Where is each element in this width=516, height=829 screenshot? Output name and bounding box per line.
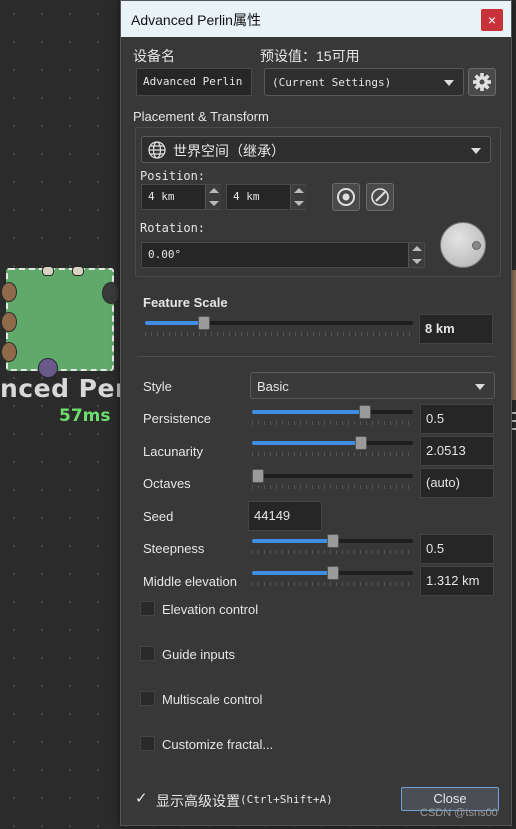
middle-elevation-label: Middle elevation xyxy=(143,574,237,589)
feature-scale-slider[interactable] xyxy=(145,316,413,336)
node-top-port[interactable] xyxy=(72,266,84,276)
preset-value: (Current Settings) xyxy=(272,76,392,89)
octaves-value[interactable]: (auto) xyxy=(420,468,494,498)
chevron-down-icon xyxy=(471,147,481,154)
feature-scale-value[interactable]: 8 km xyxy=(419,314,493,344)
seed-field[interactable]: 44149 xyxy=(248,501,322,531)
middle-elevation-value[interactable]: 1.312 km xyxy=(420,566,494,596)
perlin-node[interactable] xyxy=(1,266,120,378)
steepness-slider[interactable] xyxy=(252,534,413,554)
persistence-value[interactable]: 0.5 xyxy=(420,404,494,434)
watermark: CSDN @tsns00 xyxy=(420,807,498,819)
persistence-label: Persistence xyxy=(143,411,211,426)
guide-inputs-checkbox[interactable] xyxy=(140,646,155,661)
persistence-slider[interactable] xyxy=(252,405,413,425)
chevron-down-icon xyxy=(475,383,485,390)
node-input-port[interactable] xyxy=(1,312,17,332)
node-input-port[interactable] xyxy=(1,282,17,302)
octaves-label: Octaves xyxy=(143,476,191,491)
rotation-stepper[interactable] xyxy=(408,243,424,267)
properties-dialog: Advanced Perlin属性 × 设备名 预设值：15可用 Advance… xyxy=(120,0,512,826)
device-name-label: 设备名 xyxy=(133,48,175,64)
pick-button[interactable] xyxy=(366,183,394,211)
octaves-slider[interactable] xyxy=(252,469,413,489)
preset-settings-button[interactable] xyxy=(468,68,496,96)
close-icon[interactable]: × xyxy=(481,9,503,31)
style-select[interactable]: Basic xyxy=(250,372,495,399)
node-input-port[interactable] xyxy=(1,342,17,362)
target-icon xyxy=(337,188,355,206)
steepness-value[interactable]: 0.5 xyxy=(420,534,494,564)
position-label: Position: xyxy=(140,169,206,183)
guide-inputs-label: Guide inputs xyxy=(162,647,235,662)
gear-icon xyxy=(473,73,491,91)
dialog-title: Advanced Perlin属性 xyxy=(131,12,261,28)
divider xyxy=(137,356,495,357)
preset-select[interactable]: (Current Settings) xyxy=(264,68,464,96)
title-bar[interactable]: Advanced Perlin属性 × xyxy=(121,1,511,37)
position-x-stepper[interactable] xyxy=(205,185,221,209)
preset-label: 预设值：15可用 xyxy=(260,48,360,64)
multiscale-control-checkbox[interactable] xyxy=(140,691,155,706)
multiscale-control-label: Multiscale control xyxy=(162,692,263,707)
node-output-port[interactable] xyxy=(102,282,120,304)
customize-fractal-checkbox[interactable] xyxy=(140,736,155,751)
device-name-field[interactable]: Advanced Perlin xyxy=(136,68,252,96)
seed-label: Seed xyxy=(143,509,174,524)
chevron-down-icon xyxy=(444,80,454,86)
show-advanced-shortcut: (Ctrl+Shift+A) xyxy=(240,793,333,806)
node-time: 57ms xyxy=(59,406,111,426)
elevation-control-label: Elevation control xyxy=(162,602,259,617)
position-y-stepper[interactable] xyxy=(290,185,306,209)
placement-section-title: Placement & Transform xyxy=(133,109,269,124)
space-value: 世界空间（继承） xyxy=(173,143,285,159)
lacunarity-value[interactable]: 2.0513 xyxy=(420,436,494,466)
feature-scale-label: Feature Scale xyxy=(143,295,228,310)
rotation-label: Rotation: xyxy=(140,221,206,235)
globe-icon xyxy=(148,141,166,159)
elevation-control-checkbox[interactable] xyxy=(140,601,155,616)
style-value: Basic xyxy=(257,379,289,394)
style-label: Style xyxy=(143,379,172,394)
middle-elevation-slider[interactable] xyxy=(252,566,413,586)
steepness-label: Steepness xyxy=(143,541,205,556)
customize-fractal-label: Customize fractal... xyxy=(162,737,274,752)
target-button[interactable] xyxy=(332,183,360,211)
show-advanced-label: 显示高级设置 xyxy=(156,793,240,809)
edit-pencil-icon xyxy=(371,188,389,206)
space-select[interactable]: 世界空间（继承） xyxy=(141,136,491,163)
lacunarity-slider[interactable] xyxy=(252,436,413,456)
rotation-field[interactable]: 0.00° xyxy=(141,242,425,268)
show-advanced-checkbox[interactable]: ✓ xyxy=(135,789,148,807)
node-top-port[interactable] xyxy=(42,266,54,276)
node-label: nced Perl xyxy=(0,374,137,403)
lacunarity-label: Lacunarity xyxy=(143,444,203,459)
rotation-dial[interactable] xyxy=(440,222,486,268)
rotation-dial-marker xyxy=(472,241,481,250)
